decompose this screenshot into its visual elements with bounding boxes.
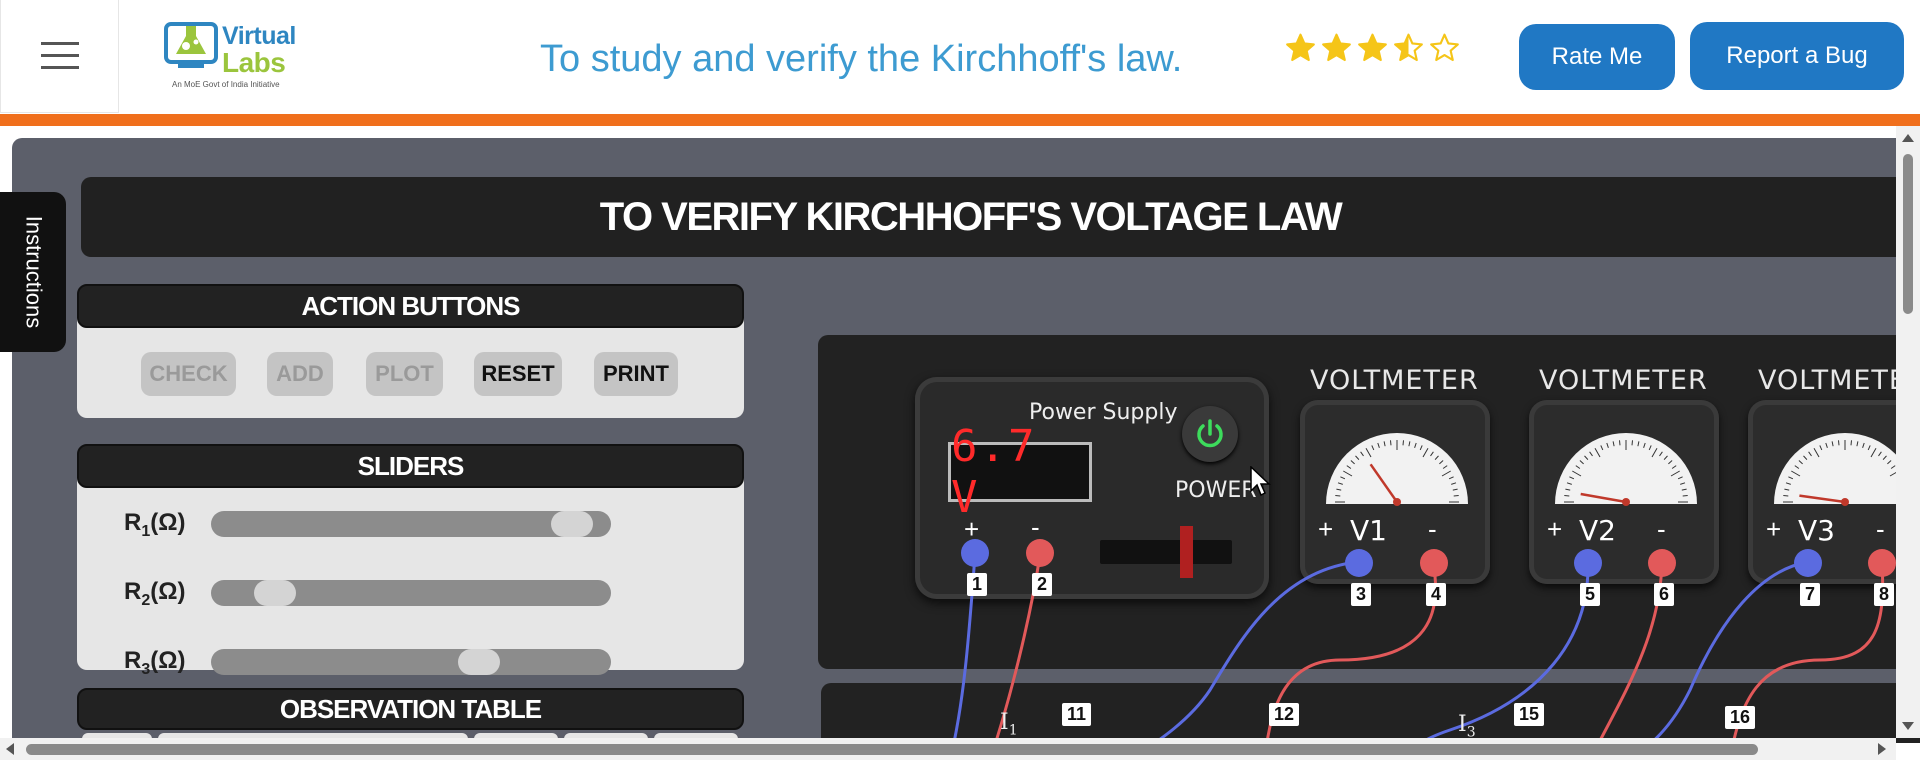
terminal-label-1: 1 [967, 573, 988, 596]
slider-r1[interactable] [211, 511, 611, 537]
add-button[interactable]: ADD [267, 352, 333, 396]
node-label-16: 16 [1725, 706, 1756, 729]
action-buttons-heading: ACTION BUTTONS [77, 284, 744, 328]
current-label-i3: I3 [1458, 712, 1476, 741]
terminal-label-2: 2 [1032, 573, 1053, 596]
terminal-label-8: 8 [1874, 583, 1895, 606]
terminal-5[interactable] [1574, 549, 1602, 577]
node-label-15: 15 [1514, 703, 1545, 726]
header-divider [0, 114, 1920, 126]
virtual-labs-logo[interactable]: Virtual Labs An MoE Govt of India Initia… [164, 18, 298, 94]
star-icon[interactable] [1320, 32, 1353, 64]
power-label: POWER [1175, 478, 1257, 503]
star-icon[interactable] [1284, 32, 1317, 64]
terminal-8[interactable] [1868, 549, 1896, 577]
star-icon[interactable] [1392, 32, 1425, 64]
star-rating[interactable] [1284, 32, 1461, 64]
slider-label-r1: R1(Ω) [124, 509, 186, 540]
scroll-left-arrow-icon[interactable] [6, 743, 14, 755]
voltmeter-plus-2: + [1547, 514, 1563, 544]
voltmeter-label-2: V2 [1579, 514, 1616, 547]
star-icon[interactable] [1356, 32, 1389, 64]
terminal-label-4: 4 [1426, 583, 1447, 606]
simulation-title: TO VERIFY KIRCHHOFF'S VOLTAGE LAW [81, 177, 1920, 257]
observation-table-heading: OBSERVATION TABLE [77, 688, 744, 730]
scroll-down-arrow-icon[interactable] [1902, 722, 1914, 730]
voltmeter-1 [1300, 400, 1490, 584]
horizontal-scroll-thumb[interactable] [26, 744, 1758, 755]
rate-me-button[interactable]: Rate Me [1519, 24, 1675, 90]
terminal-2[interactable] [1026, 539, 1054, 567]
power-button[interactable] [1182, 406, 1238, 462]
voltmeter-plus-3: + [1766, 514, 1782, 544]
voltmeter-minus-3: - [1876, 514, 1885, 544]
scroll-up-arrow-icon[interactable] [1902, 134, 1914, 142]
power-icon [1197, 419, 1223, 448]
terminal-4[interactable] [1420, 549, 1448, 577]
vertical-scrollbar[interactable] [1896, 126, 1920, 738]
horizontal-scrollbar[interactable] [0, 738, 1896, 760]
virtual-labs-flask-icon [164, 22, 218, 68]
hamburger-menu-button[interactable] [0, 0, 119, 113]
slider-label-r3: R3(Ω) [124, 647, 186, 678]
star-icon[interactable] [1428, 32, 1461, 64]
terminal-7[interactable] [1794, 549, 1822, 577]
logo-text-labs: Labs [222, 47, 286, 78]
current-label-i1: I1 [1000, 710, 1018, 739]
logo-tagline: An MoE Govt of India Initiative [172, 80, 280, 89]
terminal-6[interactable] [1648, 549, 1676, 577]
terminal-1[interactable] [961, 539, 989, 567]
plot-button[interactable]: PLOT [366, 352, 443, 396]
voltmeter-2 [1529, 400, 1719, 584]
vertical-scroll-thumb[interactable] [1903, 154, 1913, 314]
instructions-tab[interactable]: Instructions [0, 192, 66, 352]
terminal-3[interactable] [1345, 549, 1373, 577]
terminal-label-6: 6 [1654, 583, 1675, 606]
voltmeter-label-1: V1 [1350, 514, 1387, 547]
voltmeter-title-2: VOLTMETER [1539, 365, 1708, 396]
voltage-knob[interactable] [1180, 526, 1193, 578]
node-label-12: 12 [1269, 703, 1300, 726]
slider-r2[interactable] [211, 580, 611, 606]
slider-r3[interactable] [211, 649, 611, 675]
sliders-heading: SLIDERS [77, 444, 744, 488]
voltmeter-dial-2 [1555, 433, 1697, 506]
slider-handle-r3[interactable] [458, 649, 500, 675]
voltmeter-minus-2: - [1657, 514, 1666, 544]
instructions-tab-label: Instructions [21, 215, 46, 329]
experiment-title: To study and verify the Kirchhoff's law. [540, 38, 1183, 80]
node-label-11: 11 [1062, 703, 1092, 726]
circuit-lower-board [821, 683, 1920, 743]
slider-handle-r2[interactable] [254, 580, 296, 606]
mouse-cursor-icon [1250, 466, 1271, 497]
hamburger-menu-icon [40, 42, 79, 69]
scroll-right-arrow-icon[interactable] [1878, 743, 1886, 755]
voltmeter-title-1: VOLTMETER [1310, 365, 1479, 396]
sliders-panel [77, 460, 744, 670]
slider-handle-r1[interactable] [551, 511, 593, 537]
terminal-label-5: 5 [1580, 583, 1601, 606]
voltmeter-minus-1: - [1428, 514, 1437, 544]
report-bug-button[interactable]: Report a Bug [1690, 22, 1904, 90]
check-button[interactable]: CHECK [141, 352, 236, 396]
top-header: Virtual Labs An MoE Govt of India Initia… [0, 0, 1920, 114]
terminal-label-7: 7 [1800, 583, 1821, 606]
voltmeter-plus-1: + [1318, 514, 1334, 544]
voltmeter-label-3: V3 [1798, 514, 1835, 547]
print-button[interactable]: PRINT [594, 352, 678, 396]
voltmeter-dial-1 [1326, 433, 1468, 506]
slider-label-r2: R2(Ω) [124, 578, 186, 609]
terminal-label-3: 3 [1351, 583, 1372, 606]
voltage-display: 6.7 V [948, 421, 1092, 523]
reset-button[interactable]: RESET [474, 352, 562, 396]
voltage-knob-track [1100, 540, 1232, 564]
